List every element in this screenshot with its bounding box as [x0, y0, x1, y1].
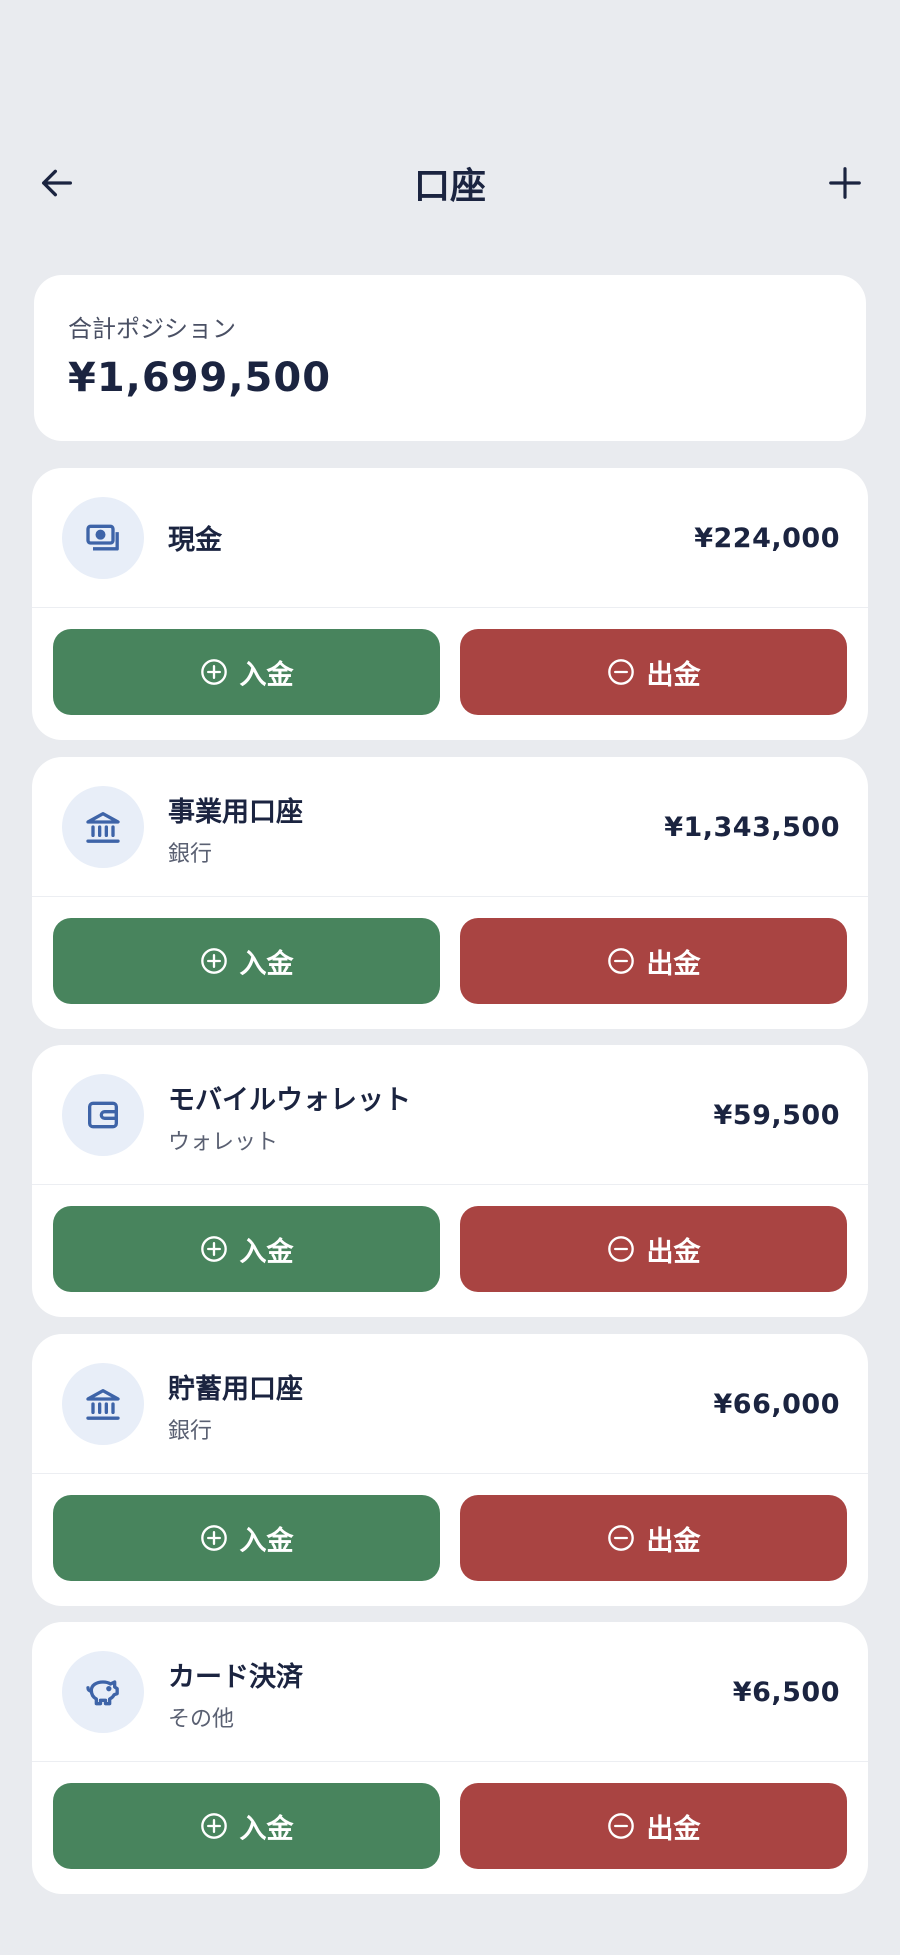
minus-circle-icon	[607, 948, 634, 974]
add-account-button[interactable]	[802, 140, 888, 226]
account-name: 現金	[168, 525, 222, 556]
total-position-card: 合計ポジション ¥1,699,500	[34, 275, 866, 441]
account-row[interactable]: 事業用口座 銀行 ¥1,343,500	[32, 757, 868, 897]
plus-circle-icon	[200, 1236, 227, 1262]
account-balance: ¥224,000	[694, 522, 840, 554]
total-position-value: ¥1,699,500	[68, 355, 332, 401]
account-card: 事業用口座 銀行 ¥1,343,500 入金 出金	[32, 757, 868, 1029]
account-row[interactable]: モバイルウォレット ウォレット ¥59,500	[32, 1045, 868, 1185]
deposit-label: 入金	[239, 948, 294, 980]
account-name: カード決済	[168, 1662, 303, 1693]
app-header: 口座	[0, 140, 900, 226]
withdraw-label: 出金	[646, 659, 701, 691]
plus-circle-icon	[200, 1525, 227, 1551]
account-name: 貯蓄用口座	[168, 1374, 303, 1405]
deposit-label: 入金	[239, 1525, 294, 1557]
deposit-label: 入金	[239, 1236, 294, 1268]
account-icon-badge	[62, 1363, 144, 1445]
deposit-button[interactable]: 入金	[53, 1495, 440, 1581]
withdraw-button[interactable]: 出金	[460, 1783, 847, 1869]
deposit-label: 入金	[239, 659, 294, 691]
account-row[interactable]: カード決済 その他 ¥6,500	[32, 1622, 868, 1762]
account-name: モバイルウォレット	[168, 1085, 411, 1116]
account-type: その他	[168, 1707, 235, 1732]
account-card: 貯蓄用口座 銀行 ¥66,000 入金 出金	[32, 1334, 868, 1606]
minus-circle-icon	[607, 1525, 634, 1551]
account-balance: ¥6,500	[732, 1676, 840, 1708]
cash-icon	[86, 524, 119, 551]
bank-icon	[86, 812, 120, 843]
account-type: ウォレット	[168, 1130, 279, 1155]
withdraw-label: 出金	[646, 1525, 701, 1557]
withdraw-label: 出金	[646, 948, 701, 980]
withdraw-button[interactable]: 出金	[460, 629, 847, 715]
total-position-label: 合計ポジション	[68, 315, 236, 343]
deposit-button[interactable]: 入金	[53, 629, 440, 715]
withdraw-button[interactable]: 出金	[460, 1495, 847, 1581]
deposit-button[interactable]: 入金	[53, 918, 440, 1004]
account-card: モバイルウォレット ウォレット ¥59,500 入金 出金	[32, 1045, 868, 1317]
account-balance: ¥66,000	[713, 1388, 840, 1420]
withdraw-label: 出金	[646, 1813, 701, 1845]
account-type: 銀行	[168, 842, 213, 867]
account-name: 事業用口座	[168, 797, 303, 828]
plus-icon	[829, 167, 861, 199]
page-title: 口座	[413, 166, 486, 207]
account-icon-badge	[62, 1074, 144, 1156]
plus-circle-icon	[200, 659, 227, 685]
minus-circle-icon	[607, 1813, 634, 1839]
account-icon-badge	[62, 1651, 144, 1733]
withdraw-label: 出金	[646, 1236, 701, 1268]
plus-circle-icon	[200, 948, 227, 974]
withdraw-button[interactable]: 出金	[460, 918, 847, 1004]
bank-icon	[86, 1389, 120, 1420]
account-card: カード決済 その他 ¥6,500 入金 出金	[32, 1622, 868, 1894]
account-card: 現金 ¥224,000 入金 出金	[32, 468, 868, 740]
withdraw-button[interactable]: 出金	[460, 1206, 847, 1292]
deposit-label: 入金	[239, 1813, 294, 1845]
plus-circle-icon	[200, 1813, 227, 1839]
account-row[interactable]: 現金 ¥224,000	[32, 468, 868, 608]
account-balance: ¥59,500	[713, 1099, 840, 1131]
piggy-bank-icon	[86, 1680, 119, 1706]
account-icon-badge	[62, 786, 144, 868]
account-balance: ¥1,343,500	[664, 811, 840, 843]
deposit-button[interactable]: 入金	[53, 1206, 440, 1292]
account-icon-badge	[62, 497, 144, 579]
account-row[interactable]: 貯蓄用口座 銀行 ¥66,000	[32, 1334, 868, 1474]
deposit-button[interactable]: 入金	[53, 1783, 440, 1869]
minus-circle-icon	[607, 659, 634, 685]
minus-circle-icon	[607, 1236, 634, 1262]
account-type: 銀行	[168, 1419, 213, 1444]
wallet-icon	[88, 1101, 119, 1129]
